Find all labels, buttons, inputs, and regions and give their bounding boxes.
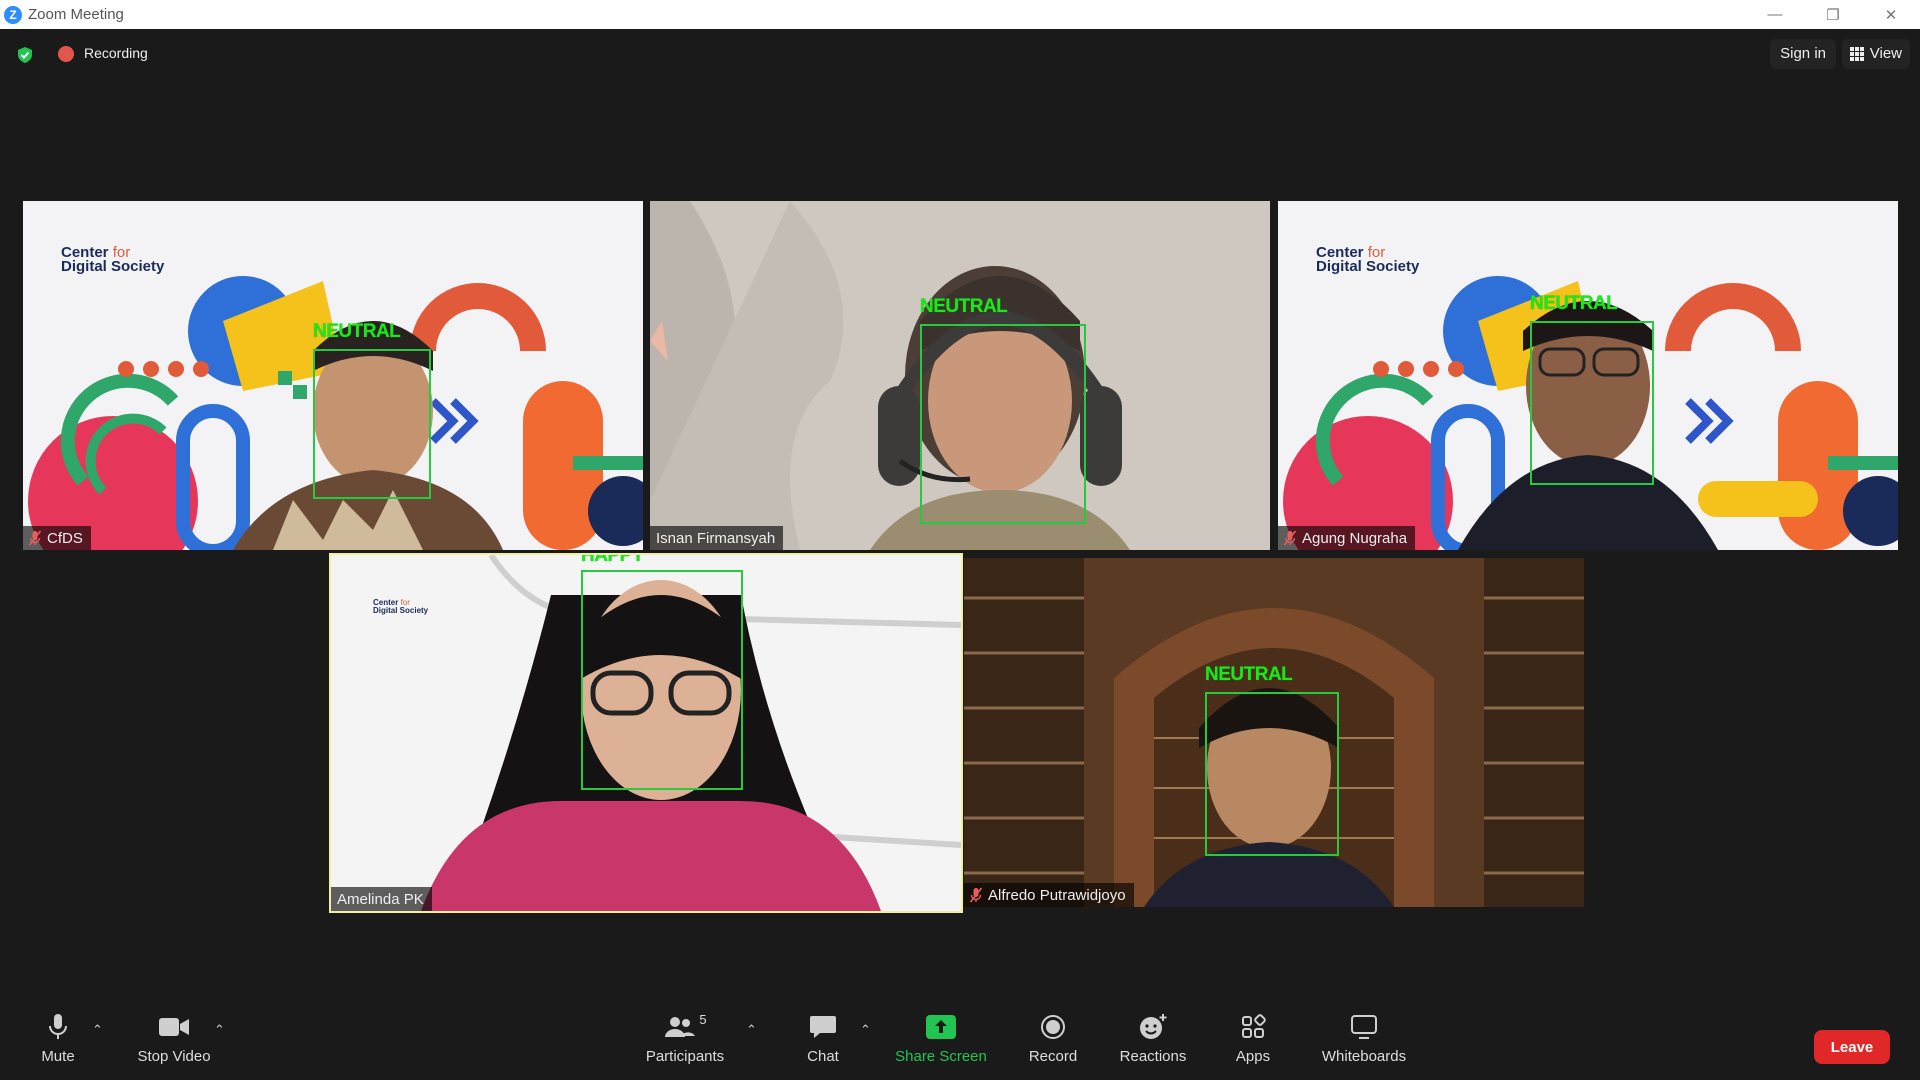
- whiteboards-button[interactable]: Whiteboards: [1304, 1014, 1424, 1065]
- share-screen-button[interactable]: Share Screen: [881, 1014, 1001, 1065]
- muted-mic-icon: [970, 887, 982, 903]
- camera-icon: [158, 1014, 190, 1040]
- participants-options-caret[interactable]: ⌃: [746, 1022, 757, 1038]
- emotion-label: NEUTRAL: [1530, 293, 1618, 314]
- muted-mic-icon: [29, 530, 41, 546]
- chat-options-caret[interactable]: ⌃: [860, 1022, 871, 1038]
- reactions-icon: [1138, 1014, 1168, 1040]
- video-options-caret[interactable]: ⌃: [214, 1022, 225, 1038]
- minimize-button[interactable]: —: [1746, 0, 1804, 29]
- brand-text-digital-society: Digital Society: [1316, 258, 1420, 275]
- emotion-label: NEUTRAL: [920, 296, 1008, 317]
- reactions-label: Reactions: [1119, 1048, 1187, 1065]
- face-detection-box: [581, 570, 743, 790]
- video-tile-cfds[interactable]: Center for Digital Society NEUTRAL CfDS: [23, 201, 643, 550]
- brand-logo: Center for Digital Society: [61, 245, 165, 275]
- name-tag: Alfredo Putrawidjoyo: [964, 883, 1134, 907]
- record-label: Record: [1028, 1048, 1078, 1065]
- brand-text-digital-society: Digital Society: [373, 606, 429, 615]
- participant-name: Alfredo Putrawidjoyo: [988, 886, 1126, 904]
- audio-options-caret[interactable]: ⌃: [92, 1022, 103, 1038]
- emotion-label: NEUTRAL: [313, 321, 401, 342]
- title-bar: Z Zoom Meeting — ❐ ✕: [0, 0, 1920, 29]
- face-detection-box: [1530, 321, 1654, 485]
- meeting-controls-toolbar: Mute ⌃ Stop Video ⌃ 5 Participants ⌃ Cha…: [0, 1002, 1920, 1080]
- video-tile-alfredo[interactable]: NEUTRAL Alfredo Putrawidjoyo: [964, 558, 1584, 907]
- stop-video-label: Stop Video: [137, 1048, 211, 1065]
- participants-button[interactable]: 5 Participants: [625, 1011, 745, 1066]
- emotion-label: HAPPY: [581, 555, 644, 566]
- brand-logo: Center for Digital Society: [373, 599, 428, 615]
- brand-text-digital-society: Digital Society: [61, 258, 165, 275]
- name-tag: Isnan Firmansyah: [650, 526, 784, 550]
- share-screen-icon: [926, 1014, 956, 1040]
- zoom-logo-icon: Z: [4, 5, 22, 24]
- video-tile-agung[interactable]: Center for Digital Society NEUTRAL Agung…: [1278, 201, 1898, 550]
- record-icon: [1040, 1014, 1066, 1040]
- chat-icon: [809, 1014, 837, 1040]
- participant-name: CfDS: [47, 529, 83, 547]
- participant-name: Agung Nugraha: [1302, 529, 1408, 547]
- participants-icon: 5: [663, 1011, 707, 1040]
- view-label: View: [1869, 45, 1902, 62]
- whiteboard-icon: [1350, 1014, 1378, 1040]
- meeting-top-bar: Recording Sign in View: [0, 29, 1920, 79]
- chat-label: Chat: [807, 1048, 839, 1065]
- shield-icon[interactable]: [16, 46, 34, 64]
- apps-icon: [1240, 1014, 1266, 1040]
- share-screen-label: Share Screen: [895, 1048, 987, 1065]
- view-button[interactable]: View: [1841, 39, 1910, 69]
- participants-count: 5: [699, 1011, 707, 1027]
- restore-button[interactable]: ❐: [1804, 0, 1862, 29]
- name-tag: CfDS: [23, 526, 91, 550]
- participant-name: Isnan Firmansyah: [656, 529, 776, 547]
- whiteboards-label: Whiteboards: [1321, 1048, 1407, 1065]
- apps-label: Apps: [1235, 1048, 1271, 1065]
- participants-label: Participants: [645, 1048, 725, 1065]
- sign-in-button[interactable]: Sign in: [1770, 39, 1836, 69]
- brand-logo: Center for Digital Society: [1316, 245, 1420, 275]
- record-dot-icon: [58, 46, 74, 62]
- participant-name: Amelinda PK: [337, 890, 424, 908]
- video-tile-isnan[interactable]: NEUTRAL Isnan Firmansyah: [650, 201, 1270, 550]
- mute-label: Mute: [41, 1048, 75, 1065]
- microphone-icon: [48, 1014, 68, 1040]
- apps-button[interactable]: Apps: [1193, 1014, 1313, 1065]
- video-tile-amelinda[interactable]: Center for Digital Society HAPPY Amelind…: [329, 553, 963, 913]
- face-detection-box: [313, 349, 431, 499]
- face-detection-box: [920, 324, 1086, 524]
- muted-mic-icon: [1284, 530, 1296, 546]
- emotion-label: NEUTRAL: [1205, 664, 1293, 685]
- window-title: Zoom Meeting: [28, 6, 124, 23]
- leave-button[interactable]: Leave: [1814, 1030, 1890, 1064]
- face-detection-box: [1205, 692, 1339, 856]
- recording-label: Recording: [84, 45, 148, 61]
- name-tag: Amelinda PK: [331, 887, 432, 911]
- name-tag: Agung Nugraha: [1278, 526, 1416, 550]
- close-button[interactable]: ✕: [1862, 0, 1920, 29]
- grid-view-icon: [1849, 47, 1864, 61]
